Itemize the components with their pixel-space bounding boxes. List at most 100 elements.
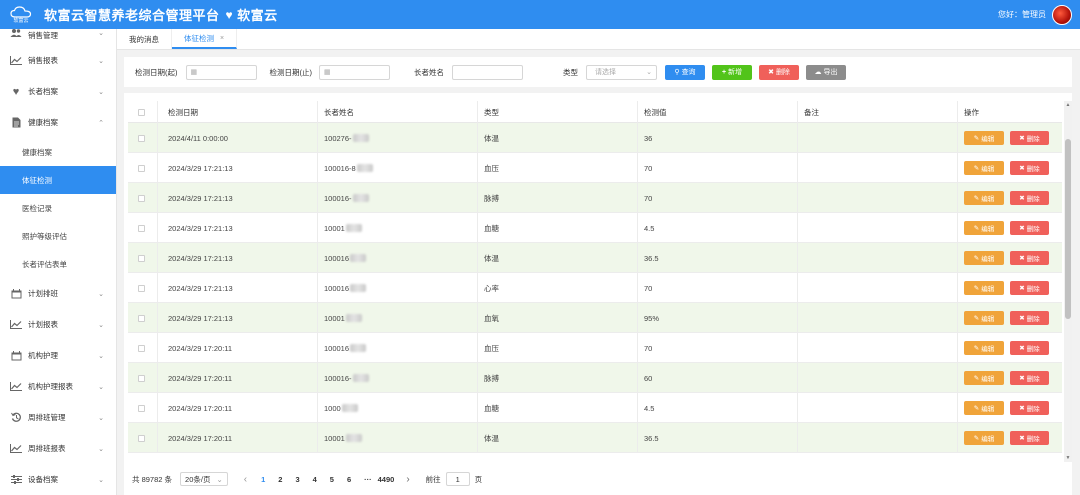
sidebar-item-weekly-schedule[interactable]: 周排班管理 ⌄ <box>0 402 116 433</box>
page-ellipsis[interactable]: ··· <box>364 475 372 484</box>
edit-button[interactable]: ✎ 编辑 <box>964 371 1004 385</box>
row-select-cell[interactable] <box>128 393 158 423</box>
table-row[interactable]: 2024/3/29 17:21:13 100016 体温 36.5 ✎ 编辑 ✖ 删除 <box>128 243 1062 273</box>
delete-button[interactable]: ✖ 删除 <box>1010 431 1049 445</box>
sidebar-item-weekly-report[interactable]: 周排班报表 ⌄ <box>0 433 116 464</box>
row-select-cell[interactable] <box>128 273 158 303</box>
table-row[interactable]: 2024/4/11 0:00:00 100276- 体温 36 ✎ 编辑 ✖ 删除 <box>128 123 1062 153</box>
sidebar-item-elder-archive[interactable]: ♥ 长者档案 ⌄ <box>0 76 116 107</box>
row-checkbox[interactable] <box>138 344 145 352</box>
select-all-checkbox[interactable] <box>138 108 145 116</box>
type-select[interactable]: 请选择 ⌄ <box>586 64 657 80</box>
sidebar-item-institution-care[interactable]: 机构护理 ⌄ <box>0 340 116 371</box>
edit-button[interactable]: ✎ 编辑 <box>964 191 1004 205</box>
page-2[interactable]: 2 <box>278 475 282 484</box>
table-row[interactable]: 2024/3/29 17:20:11 1000 血糖 4.5 ✎ 编辑 ✖ 删除 <box>128 393 1062 423</box>
header-type[interactable]: 类型 <box>478 101 638 123</box>
tab-my-messages[interactable]: 我的消息 <box>117 29 172 49</box>
row-checkbox[interactable] <box>138 164 145 172</box>
page-5[interactable]: 5 <box>330 475 334 484</box>
next-page-button[interactable]: › <box>406 474 409 485</box>
export-button[interactable]: ☁ 导出 <box>806 64 846 80</box>
row-checkbox[interactable] <box>138 434 145 442</box>
edit-button[interactable]: ✎ 编辑 <box>964 401 1004 415</box>
edit-button[interactable]: ✎ 编辑 <box>964 131 1004 145</box>
header-name[interactable]: 长者姓名 <box>318 101 478 123</box>
delete-button[interactable]: ✖ 删除 <box>1010 311 1049 325</box>
delete-button[interactable]: ✖ 删除 <box>1010 401 1049 415</box>
delete-button[interactable]: ✖ 删除 <box>1010 161 1049 175</box>
sidebar-sub-medical-records[interactable]: 医检记录 <box>0 194 116 222</box>
table-row[interactable]: 2024/3/29 17:20:11 100016- 脉搏 60 ✎ 编辑 ✖ 删除 <box>128 363 1062 393</box>
delete-button[interactable]: ✖ 删除 <box>1010 341 1049 355</box>
table-row[interactable]: 2024/3/29 17:20:11 10001 体温 36.5 ✎ 编辑 ✖ 删除 <box>128 423 1062 453</box>
table-row[interactable]: 2024/3/29 17:21:13 100016 心率 70 ✎ 编辑 ✖ 删除 <box>128 273 1062 303</box>
batch-delete-button[interactable]: ✖ 删除 <box>759 64 799 80</box>
edit-button[interactable]: ✎ 编辑 <box>964 341 1004 355</box>
row-select-cell[interactable] <box>128 123 158 153</box>
table-row[interactable]: 2024/3/29 17:20:11 100016 血压 70 ✎ 编辑 ✖ 删除 <box>128 333 1062 363</box>
sidebar-item-plan-schedule[interactable]: 计划排班 ⌄ <box>0 278 116 309</box>
table-row[interactable]: 2024/3/29 17:21:13 100016-8 血压 70 ✎ 编辑 ✖ 删除 <box>128 153 1062 183</box>
scroll-up-icon[interactable]: ▲ <box>1064 101 1072 109</box>
prev-page-button[interactable]: ‹ <box>244 474 247 485</box>
table-row[interactable]: 2024/3/29 17:21:13 10001 血氧 95% ✎ 编辑 ✖ 删除 <box>128 303 1062 333</box>
sidebar-item-sales-report[interactable]: 销售报表 ⌄ <box>0 45 116 76</box>
page-last[interactable]: 4490 <box>378 475 395 484</box>
header-value[interactable]: 检测值 <box>638 101 798 123</box>
app-logo[interactable]: 软富云 <box>4 0 38 29</box>
page-3[interactable]: 3 <box>295 475 299 484</box>
delete-button[interactable]: ✖ 删除 <box>1010 221 1049 235</box>
sidebar-item-institution-care-report[interactable]: 机构护理报表 ⌄ <box>0 371 116 402</box>
table-row[interactable]: 2024/3/29 17:21:13 10001 血糖 4.5 ✎ 编辑 ✖ 删除 <box>128 213 1062 243</box>
row-select-cell[interactable] <box>128 183 158 213</box>
table-row[interactable]: 2024/3/29 17:21:13 100016- 脉搏 70 ✎ 编辑 ✖ 删除 <box>128 183 1062 213</box>
header-note[interactable]: 备注 <box>798 101 958 123</box>
page-size-select[interactable]: 20条/页 ⌄ <box>180 472 228 486</box>
sidebar-sub-elder-assessment[interactable]: 长者评估表单 <box>0 250 116 278</box>
row-select-cell[interactable] <box>128 303 158 333</box>
edit-button[interactable]: ✎ 编辑 <box>964 281 1004 295</box>
elder-name-input[interactable] <box>452 64 523 80</box>
row-checkbox[interactable] <box>138 374 145 382</box>
sidebar-item-sales-management[interactable]: 销售管理 ⌄ <box>0 29 116 40</box>
sidebar-sub-health-archive[interactable]: 健康档案 <box>0 138 116 166</box>
delete-button[interactable]: ✖ 删除 <box>1010 191 1049 205</box>
page-6[interactable]: 6 <box>347 475 351 484</box>
delete-button[interactable]: ✖ 删除 <box>1010 131 1049 145</box>
row-checkbox[interactable] <box>138 404 145 412</box>
goto-page-input[interactable]: 1 <box>445 472 470 486</box>
edit-button[interactable]: ✎ 编辑 <box>964 431 1004 445</box>
select-all-cell[interactable] <box>128 101 158 123</box>
avatar[interactable] <box>1052 4 1072 25</box>
row-select-cell[interactable] <box>128 363 158 393</box>
close-icon[interactable]: × <box>220 35 224 42</box>
scroll-down-icon[interactable]: ▼ <box>1064 454 1072 462</box>
row-select-cell[interactable] <box>128 423 158 453</box>
date-from-input[interactable]: ▦ <box>185 64 257 80</box>
row-checkbox[interactable] <box>138 254 145 262</box>
delete-button[interactable]: ✖ 删除 <box>1010 281 1049 295</box>
edit-button[interactable]: ✎ 编辑 <box>964 311 1004 325</box>
date-to-input[interactable]: ▦ <box>319 64 390 80</box>
user-area[interactable]: 您好：管理员 <box>998 4 1072 25</box>
edit-button[interactable]: ✎ 编辑 <box>964 221 1004 235</box>
add-button[interactable]: + 新增 <box>712 64 752 80</box>
row-checkbox[interactable] <box>138 314 145 322</box>
header-date[interactable]: 检测日期 <box>158 101 318 123</box>
page-1[interactable]: 1 <box>261 475 265 484</box>
sidebar-sub-vital-signs[interactable]: 体征检测 <box>0 166 116 194</box>
row-checkbox[interactable] <box>138 284 145 292</box>
table-scrollbar[interactable]: ▲ ▼ <box>1064 101 1072 462</box>
row-select-cell[interactable] <box>128 333 158 363</box>
scrollbar-thumb[interactable] <box>1065 139 1071 319</box>
sidebar-item-health-archive[interactable]: 健康档案 ⌃ <box>0 107 116 138</box>
page-4[interactable]: 4 <box>313 475 317 484</box>
edit-button[interactable]: ✎ 编辑 <box>964 161 1004 175</box>
sidebar-sub-care-level[interactable]: 照护等级评估 <box>0 222 116 250</box>
sidebar-item-plan-report[interactable]: 计划报表 ⌄ <box>0 309 116 340</box>
row-checkbox[interactable] <box>138 224 145 232</box>
tab-vital-signs[interactable]: 体征检测 × <box>172 29 238 49</box>
row-select-cell[interactable] <box>128 153 158 183</box>
query-button[interactable]: ⚲ 查询 <box>665 64 705 80</box>
